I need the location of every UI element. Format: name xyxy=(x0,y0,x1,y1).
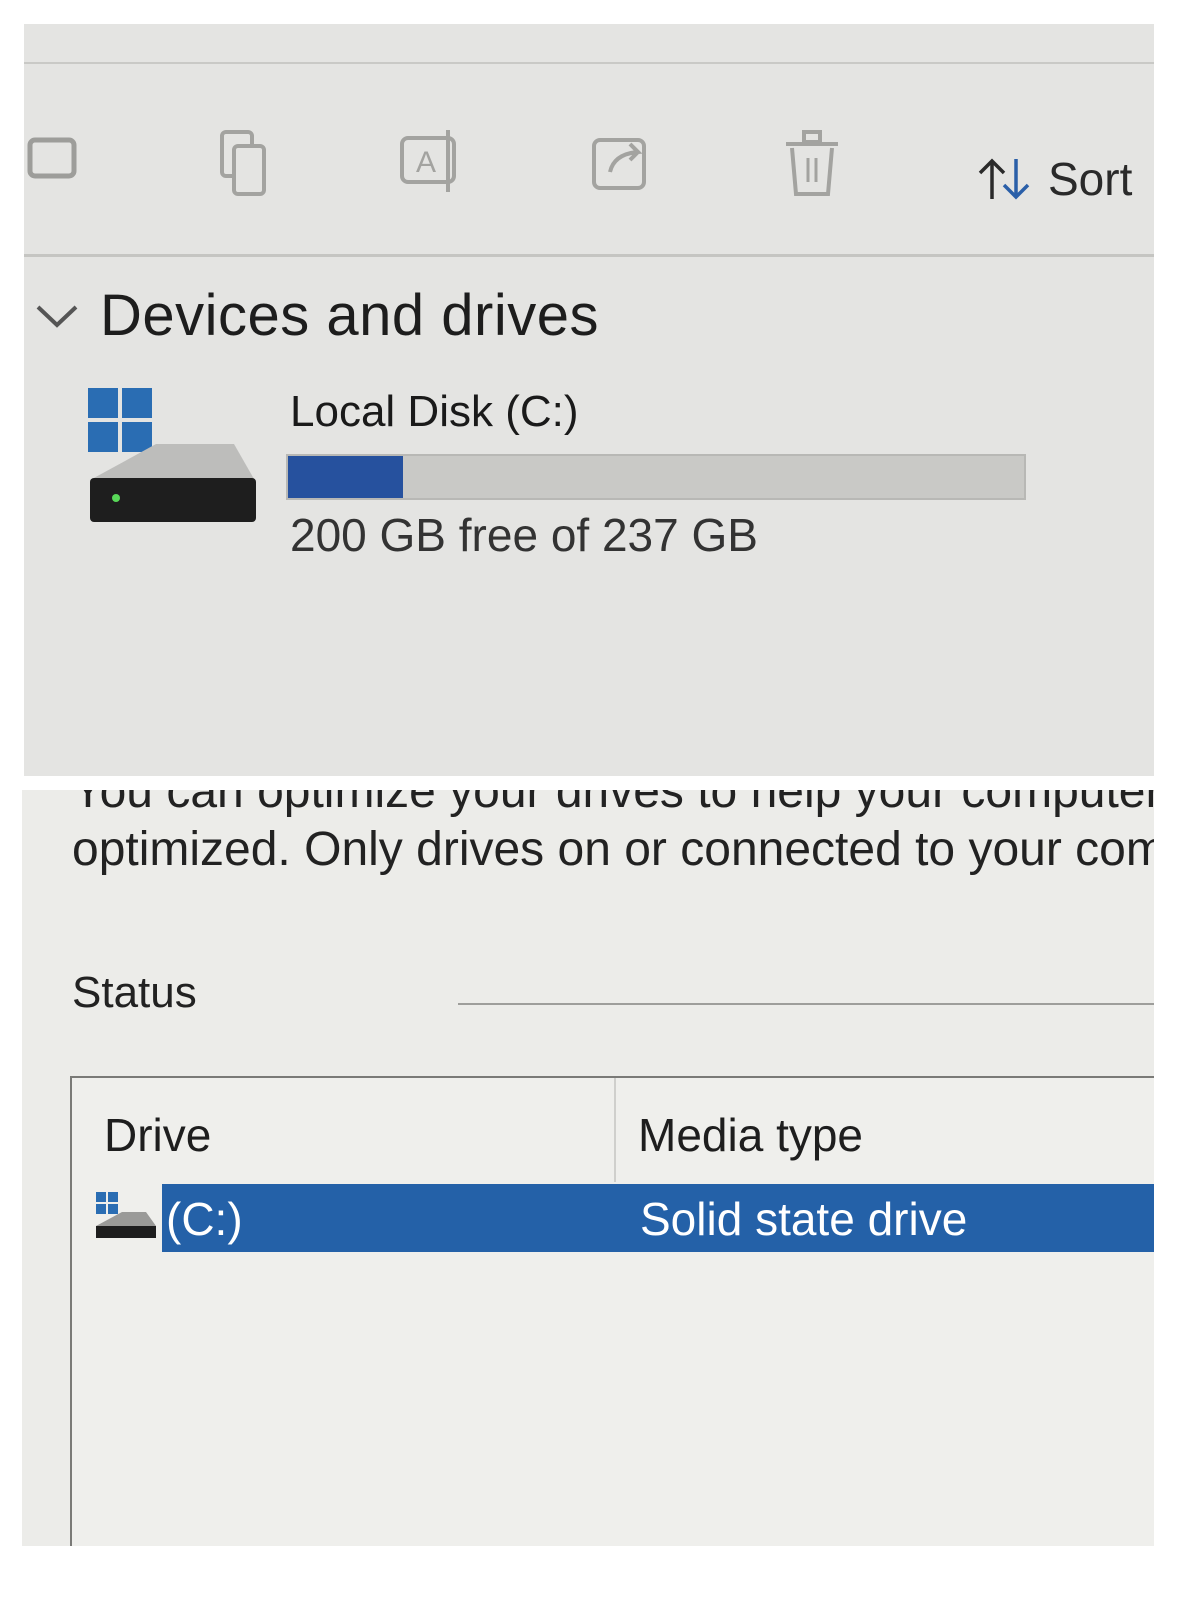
cell-drive: (C:) xyxy=(166,1193,243,1245)
sort-button[interactable]: Sort xyxy=(974,152,1132,206)
section-title: Devices and drives xyxy=(100,283,599,348)
intro-text-line1: You can optimize your drives to help you… xyxy=(72,790,1154,818)
delete-icon[interactable] xyxy=(778,124,848,204)
share-icon[interactable] xyxy=(588,124,658,204)
optimize-drives-panel: You can optimize your drives to help you… xyxy=(22,790,1154,1546)
rename-icon[interactable]: A xyxy=(396,124,466,204)
drive-usage-bar xyxy=(286,454,1026,500)
devices-section-header[interactable]: Devices and drives xyxy=(32,282,599,349)
drive-usage-fill xyxy=(288,456,403,498)
drives-table: Drive Media type (C:) Solid state drive xyxy=(70,1076,1154,1546)
status-divider xyxy=(458,1003,1154,1005)
table-row[interactable]: (C:) Solid state drive xyxy=(94,1182,1154,1256)
copy-icon[interactable] xyxy=(212,124,276,204)
sort-label: Sort xyxy=(1048,153,1133,205)
intro-text-line2: optimized. Only drives on or connected t… xyxy=(72,823,1154,876)
cell-media-type: Solid state drive xyxy=(640,1193,968,1245)
column-header-media-type[interactable]: Media type xyxy=(638,1108,863,1162)
drive-name: Local Disk (C:) xyxy=(290,387,579,436)
drive-free-space: 200 GB free of 237 GB xyxy=(290,509,758,561)
svg-text:A: A xyxy=(416,146,436,179)
drive-icon xyxy=(96,1192,156,1238)
command-bar: A Sort xyxy=(24,64,1154,257)
sort-arrows-icon xyxy=(978,158,1030,200)
status-label: Status xyxy=(72,968,197,1017)
chevron-down-icon xyxy=(36,305,78,328)
title-strip xyxy=(24,24,1154,64)
column-divider[interactable] xyxy=(614,1078,616,1182)
file-explorer-panel: A Sort Devices and drives Local Disk (C:… xyxy=(24,24,1154,776)
new-item-icon[interactable] xyxy=(24,124,84,194)
column-header-drive[interactable]: Drive xyxy=(104,1108,211,1162)
hard-drive-icon xyxy=(88,388,256,522)
